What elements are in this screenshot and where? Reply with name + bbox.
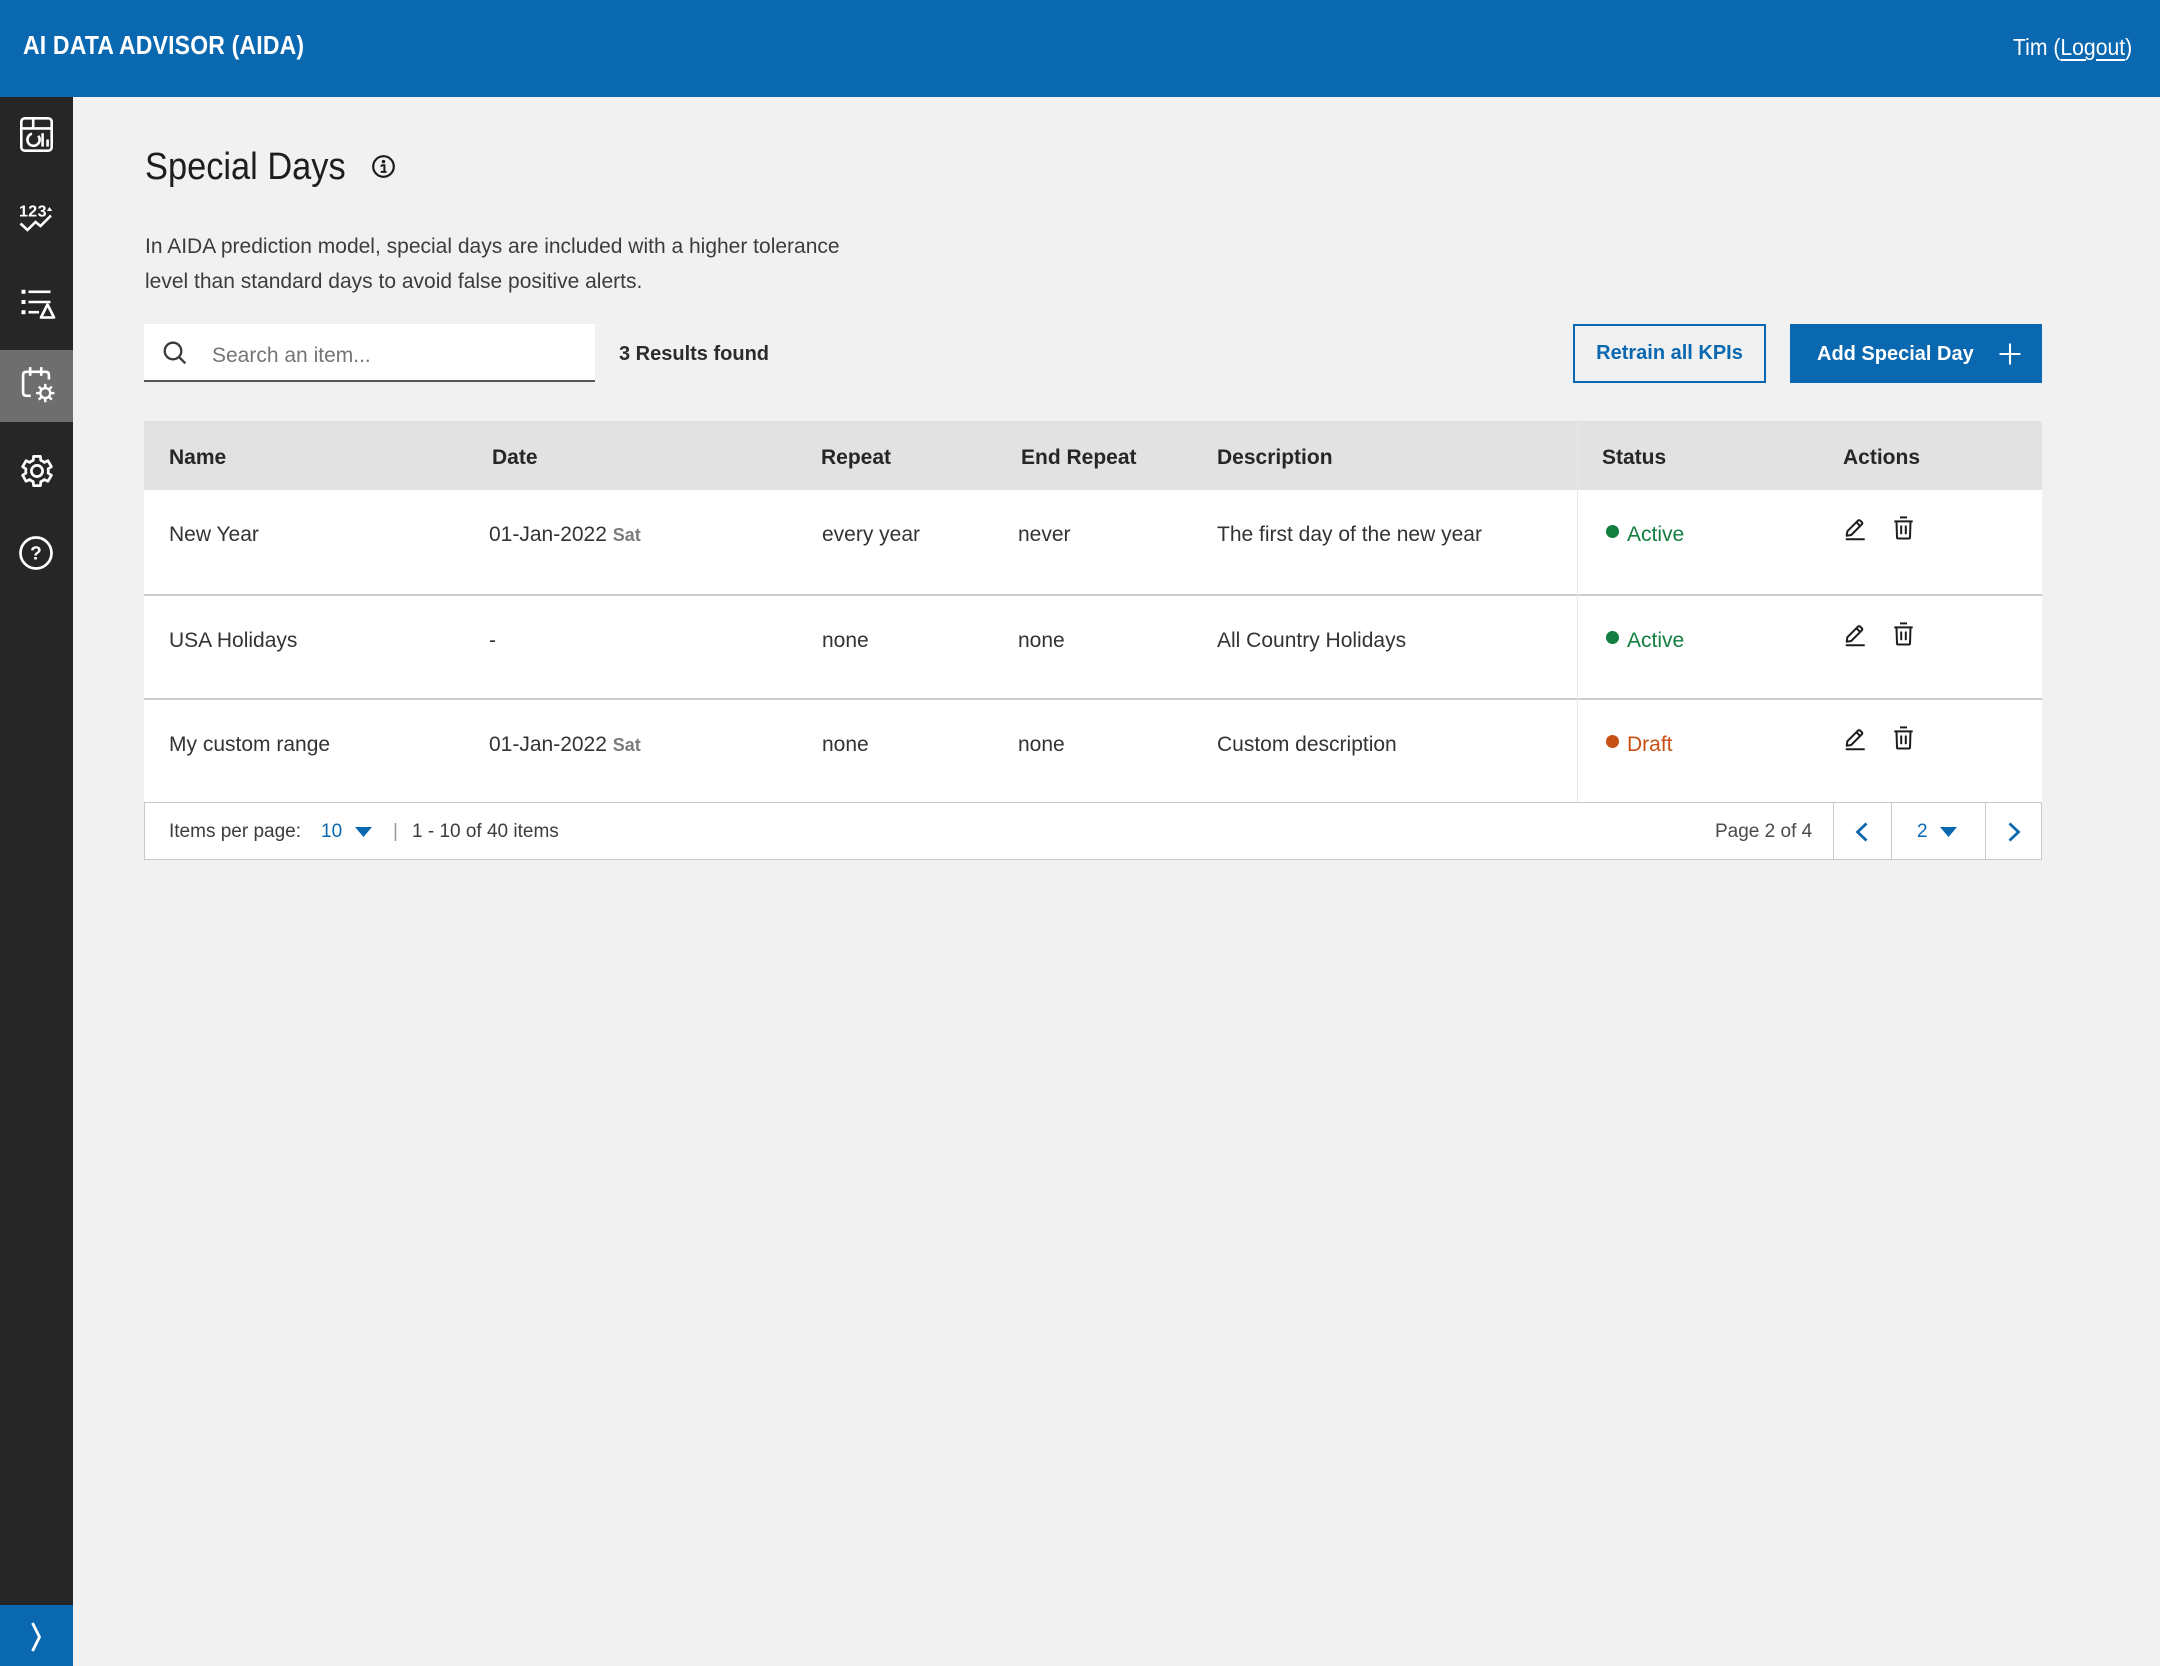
svg-text:123: 123 bbox=[19, 204, 47, 221]
svg-text:?: ? bbox=[30, 543, 42, 564]
